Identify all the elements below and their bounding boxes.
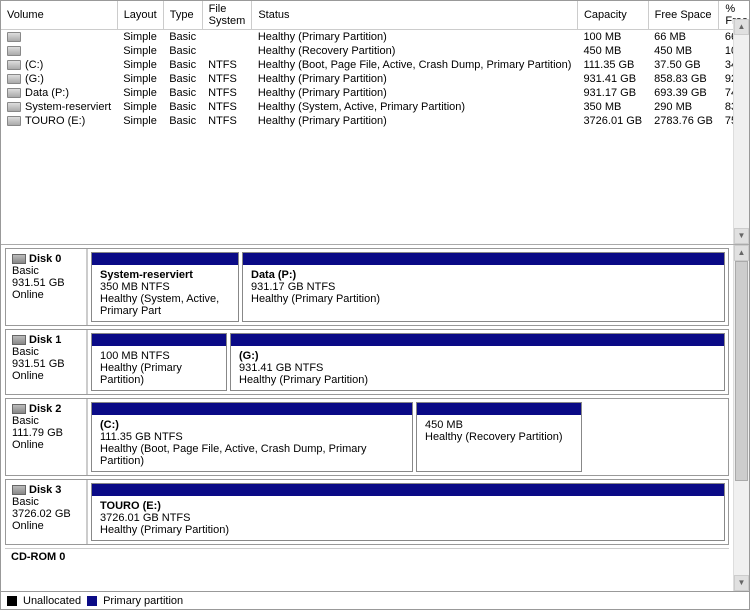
legend-primary: Primary partition [103,595,183,607]
disk-graphical-pane: Disk 0Basic931.51 GBOnlineSystem-reservi… [1,245,749,591]
volume-row[interactable]: (C:)SimpleBasicNTFSHealthy (Boot, Page F… [1,58,749,72]
partition[interactable]: Data (P:)931.17 GB NTFSHealthy (Primary … [242,252,725,322]
volume-icon [7,32,21,42]
volume-row[interactable]: TOURO (E:)SimpleBasicNTFSHealthy (Primar… [1,114,749,128]
disk-label[interactable]: Disk 1Basic931.51 GBOnline [6,330,88,394]
column-header[interactable]: Capacity [577,1,648,30]
partition[interactable]: (C:)111.35 GB NTFSHealthy (Boot, Page Fi… [91,402,413,472]
legend-unallocated: Unallocated [23,595,81,607]
volume-row[interactable]: SimpleBasicHealthy (Primary Partition)10… [1,30,749,45]
partition[interactable]: 450 MBHealthy (Recovery Partition) [416,402,582,472]
column-header[interactable]: Status [252,1,578,30]
legend-bar: Unallocated Primary partition [1,591,749,609]
bottom-scrollbar[interactable] [733,245,749,591]
partition-bar [417,403,581,415]
top-scrollbar[interactable] [733,19,749,244]
volume-icon [7,74,21,84]
volume-row[interactable]: SimpleBasicHealthy (Recovery Partition)4… [1,44,749,58]
disk-label[interactable]: Disk 0Basic931.51 GBOnline [6,249,88,325]
disk-label[interactable]: Disk 2Basic111.79 GBOnline [6,399,88,475]
disk-icon [12,254,26,264]
volume-icon [7,88,21,98]
volume-table[interactable]: VolumeLayoutTypeFile SystemStatusCapacit… [1,1,749,128]
column-header[interactable]: Free Space [648,1,719,30]
disk-icon [12,404,26,414]
partition-bar [92,253,238,265]
disk-row: Disk 3Basic3726.02 GBOnlineTOURO (E:)372… [5,479,729,545]
partition-bar [92,403,412,415]
disk-icon [12,335,26,345]
disk-row: Disk 2Basic111.79 GBOnline (C:)111.35 GB… [5,398,729,476]
scroll-up-icon[interactable] [734,19,749,35]
partition-bar [231,334,724,346]
scroll-thumb[interactable] [735,261,748,481]
partition-bar [92,484,724,496]
volume-icon [7,116,21,126]
scroll-down-icon[interactable] [734,228,749,244]
scroll-down-icon[interactable] [734,575,749,591]
volume-icon [7,60,21,70]
volume-row[interactable]: Data (P:)SimpleBasicNTFSHealthy (Primary… [1,86,749,100]
partition[interactable]: 100 MB NTFSHealthy (Primary Partition) [91,333,227,391]
column-header[interactable]: Type [163,1,202,30]
volume-list-pane: VolumeLayoutTypeFile SystemStatusCapacit… [1,1,749,245]
unallocated-swatch [7,596,17,606]
volume-row[interactable]: (G:)SimpleBasicNTFSHealthy (Primary Part… [1,72,749,86]
partition-bar [243,253,724,265]
cdrom-row[interactable]: CD-ROM 0 [5,548,729,565]
disk-label[interactable]: Disk 3Basic3726.02 GBOnline [6,480,88,544]
scroll-up-icon[interactable] [734,245,749,261]
column-header[interactable]: File System [202,1,252,30]
column-header[interactable]: Volume [1,1,117,30]
volume-icon [7,46,21,56]
volume-icon [7,102,21,112]
disk-row: Disk 0Basic931.51 GBOnlineSystem-reservi… [5,248,729,326]
volume-row[interactable]: System-reserviertSimpleBasicNTFSHealthy … [1,100,749,114]
primary-swatch [87,596,97,606]
disk-row: Disk 1Basic931.51 GBOnline100 MB NTFSHea… [5,329,729,395]
partition[interactable]: System-reserviert350 MB NTFSHealthy (Sys… [91,252,239,322]
partition-bar [92,334,226,346]
disk-icon [12,485,26,495]
column-header[interactable]: Layout [117,1,163,30]
partition[interactable]: (G:)931.41 GB NTFSHealthy (Primary Parti… [230,333,725,391]
partition[interactable]: TOURO (E:)3726.01 GB NTFSHealthy (Primar… [91,483,725,541]
